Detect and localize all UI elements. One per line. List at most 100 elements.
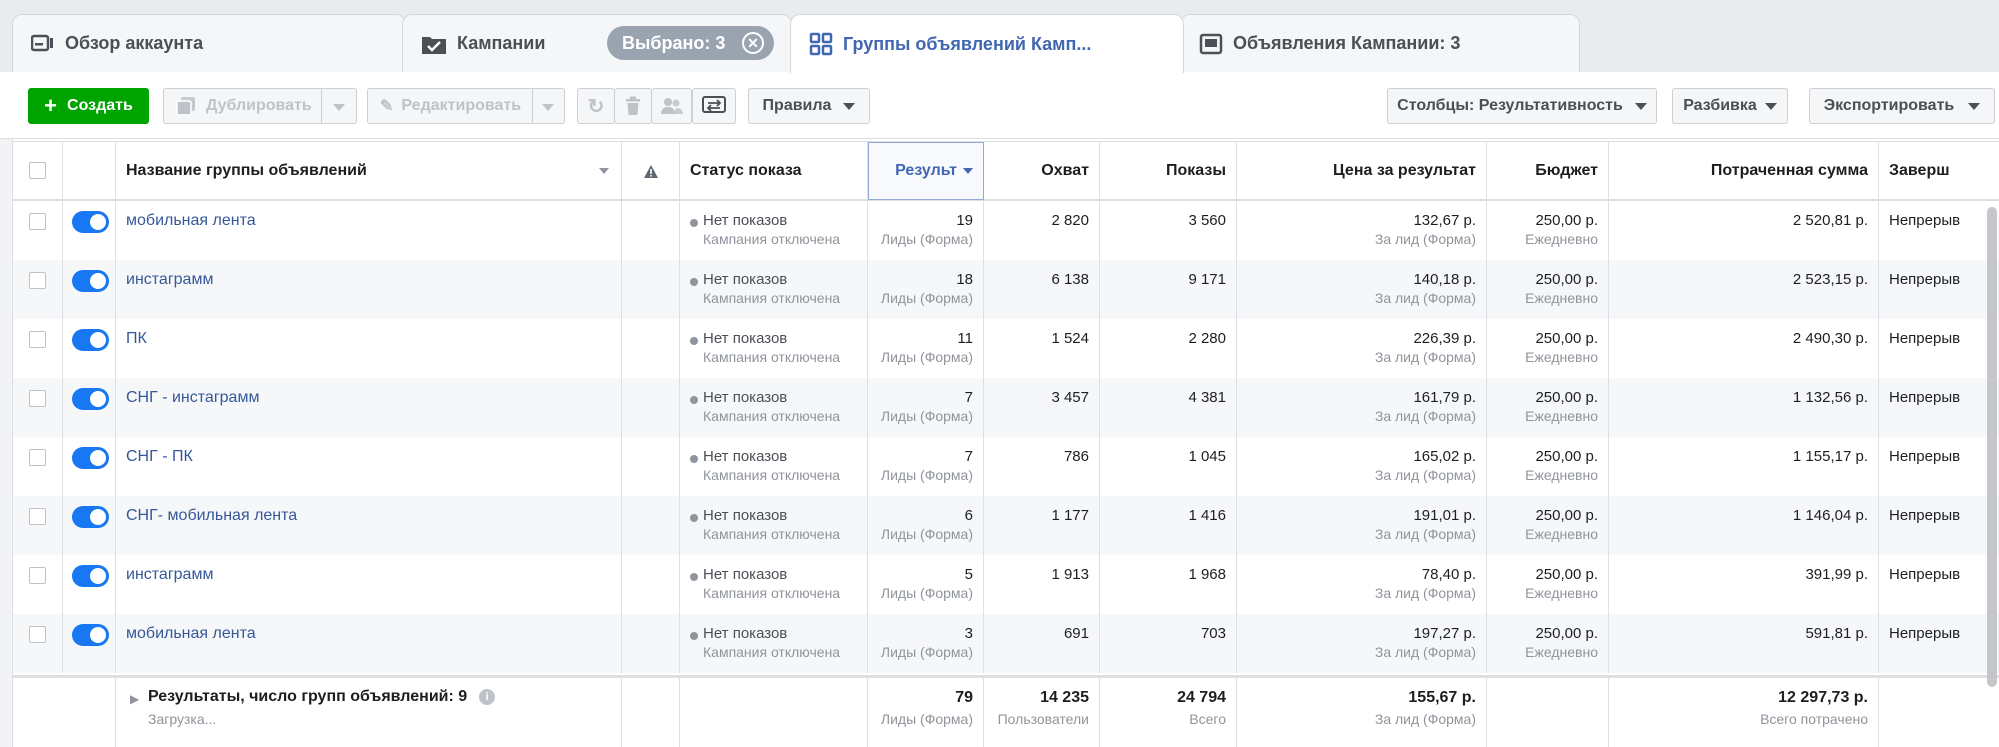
ad-set-name-link[interactable]: ПК (126, 330, 147, 348)
totals-reach: 14 235 Пользователи (984, 678, 1100, 747)
table-row[interactable]: мобильная лента Нет показов Кампания отклю… (13, 201, 1999, 260)
duplicate-button[interactable]: Дублировать (163, 88, 357, 124)
row-checkbox[interactable] (29, 272, 46, 289)
column-header-spent[interactable]: Потраченная сумма (1609, 142, 1879, 200)
rules-button[interactable]: Правила (748, 88, 870, 124)
table-row[interactable]: инстаграмм Нет показов Кампания отключена 5… (13, 555, 1999, 614)
impressions-cell: 4 381 (1100, 378, 1237, 437)
budget-cell[interactable]: 250,00 р. Ежедневно (1487, 319, 1609, 378)
delivery-status: Нет показов Кампания отключена (680, 496, 868, 555)
status-label: Нет показов (703, 271, 788, 288)
ad-set-toggle[interactable] (72, 447, 109, 469)
row-checkbox[interactable] (29, 390, 46, 407)
close-icon[interactable]: ✕ (742, 32, 764, 54)
budget-cell[interactable]: 250,00 р. Ежедневно (1487, 201, 1609, 260)
budget-cell[interactable]: 250,00 р. Ежедневно (1487, 437, 1609, 496)
breakdown-button[interactable]: Разбивка (1672, 88, 1788, 124)
budget-cell[interactable]: 250,00 р. Ежедневно (1487, 614, 1609, 673)
info-icon[interactable]: i (479, 689, 495, 705)
tab-label: Обзор аккаунта (65, 33, 204, 53)
column-header-cost-per-result[interactable]: Цена за результат (1237, 142, 1487, 200)
chevron-down-icon[interactable] (542, 104, 554, 111)
account-overview-icon (31, 34, 55, 54)
table-row[interactable]: СНГ - инстаграмм Нет показов Кампания откл… (13, 378, 1999, 437)
tab-bar: Обзор аккаунта Кампании Выбрано: 3 ✕ Гру… (0, 0, 1999, 73)
row-checkbox[interactable] (29, 331, 46, 348)
vertical-scrollbar[interactable] (1987, 207, 1997, 687)
column-header-impressions[interactable]: Показы (1100, 142, 1237, 200)
column-header-ends[interactable]: Заверш (1879, 142, 1999, 200)
budget-cell[interactable]: 250,00 р. Ежедневно (1487, 555, 1609, 614)
results-cell: 7 Лиды (Форма) (868, 437, 984, 496)
column-header-label: Цена за результат (1333, 162, 1476, 179)
refresh-button[interactable]: ↻ (577, 88, 615, 124)
budget-cell[interactable]: 250,00 р. Ежедневно (1487, 260, 1609, 319)
ad-set-toggle[interactable] (72, 211, 109, 233)
ad-set-name-link[interactable]: инстаграмм (126, 271, 213, 289)
row-checkbox[interactable] (29, 508, 46, 525)
table-row[interactable]: мобильная лента Нет показов Кампания отклю… (13, 614, 1999, 673)
ab-test-button[interactable] (651, 88, 692, 124)
results-cell: 6 Лиды (Форма) (868, 496, 984, 555)
ad-set-toggle[interactable] (72, 388, 109, 410)
select-all-checkbox[interactable] (29, 162, 46, 179)
table-row[interactable]: ПК Нет показов Кампания отключена 11 Лиды (Ф… (13, 319, 1999, 378)
results-cell: 3 Лиды (Форма) (868, 614, 984, 673)
ad-set-toggle[interactable] (72, 624, 109, 646)
status-label: Нет показов (703, 389, 788, 406)
budget-cell[interactable]: 250,00 р. Ежедневно (1487, 496, 1609, 555)
row-checkbox[interactable] (29, 626, 46, 643)
export-button[interactable]: Экспортировать (1809, 88, 1995, 124)
ad-set-name-link[interactable]: СНГ - инстаграмм (126, 389, 259, 407)
column-header-name[interactable]: Название группы объявлений (116, 142, 622, 200)
edit-button[interactable]: ✎ Редактировать (367, 88, 565, 124)
columns-label: Столбцы: Результативность (1397, 97, 1623, 114)
chevron-down-icon (843, 102, 856, 110)
columns-button[interactable]: Столбцы: Результативность (1387, 88, 1657, 124)
chevron-down-icon[interactable] (599, 168, 609, 174)
ad-set-toggle[interactable] (72, 565, 109, 587)
people-icon (660, 96, 684, 116)
row-checkbox[interactable] (29, 213, 46, 230)
delivery-status: Нет показов Кампания отключена (680, 319, 868, 378)
column-header-label: Бюджет (1535, 162, 1598, 179)
ad-set-toggle[interactable] (72, 506, 109, 528)
table-row[interactable]: СНГ - ПК Нет показов Кампания отключена 7 Ли… (13, 437, 1999, 496)
ad-set-name-link[interactable]: мобильная лента (126, 212, 256, 230)
column-header-warnings[interactable] (622, 142, 680, 200)
reach-cell: 786 (984, 437, 1100, 496)
chevron-right-icon[interactable]: ▶ (130, 692, 139, 706)
compare-button[interactable] (692, 88, 736, 124)
table-row[interactable]: СНГ- мобильная лента Нет показов Кампания … (13, 496, 1999, 555)
create-button[interactable]: + Создать (28, 88, 149, 124)
totals-label-cell: ▶ Результаты, число групп объявлений: 9 … (116, 678, 622, 747)
delivery-status: Нет показов Кампания отключена (680, 555, 868, 614)
ends-cell: Непрерыв (1889, 566, 1961, 583)
tab-account-overview[interactable]: Обзор аккаунта (12, 14, 406, 72)
ad-set-name-link[interactable]: СНГ- мобильная лента (126, 507, 297, 525)
ad-set-name-link[interactable]: мобильная лента (126, 625, 256, 643)
ad-set-toggle[interactable] (72, 270, 109, 292)
row-checkbox[interactable] (29, 567, 46, 584)
ad-set-name-link[interactable]: СНГ - ПК (126, 448, 193, 466)
impressions-cell: 1 968 (1100, 555, 1237, 614)
tab-ads[interactable]: Объявления Кампании: 3 (1180, 14, 1580, 72)
delete-button[interactable] (614, 88, 652, 124)
delivery-status: Нет показов Кампания отключена (680, 437, 868, 496)
tab-ad-sets[interactable]: Группы объявлений Камп... (790, 14, 1184, 73)
chevron-down-icon[interactable] (333, 104, 345, 111)
results-cell: 18 Лиды (Форма) (868, 260, 984, 319)
ad-set-toggle[interactable] (72, 329, 109, 351)
budget-cell[interactable]: 250,00 р. Ежедневно (1487, 378, 1609, 437)
table-row[interactable]: инстаграмм Нет показов Кампания отключена 1… (13, 260, 1999, 319)
ad-set-name-link[interactable]: инстаграмм (126, 566, 213, 584)
results-cell: 11 Лиды (Форма) (868, 319, 984, 378)
column-header-budget[interactable]: Бюджет (1487, 142, 1609, 200)
column-header-status[interactable]: Статус показа (680, 142, 868, 200)
column-header-results[interactable]: Результ (868, 142, 984, 200)
selected-badge[interactable]: Выбрано: 3 ✕ (607, 26, 774, 60)
column-header-label: Показы (1166, 162, 1226, 179)
column-header-label: Заверш (1889, 162, 1950, 179)
column-header-reach[interactable]: Охват (984, 142, 1100, 200)
row-checkbox[interactable] (29, 449, 46, 466)
